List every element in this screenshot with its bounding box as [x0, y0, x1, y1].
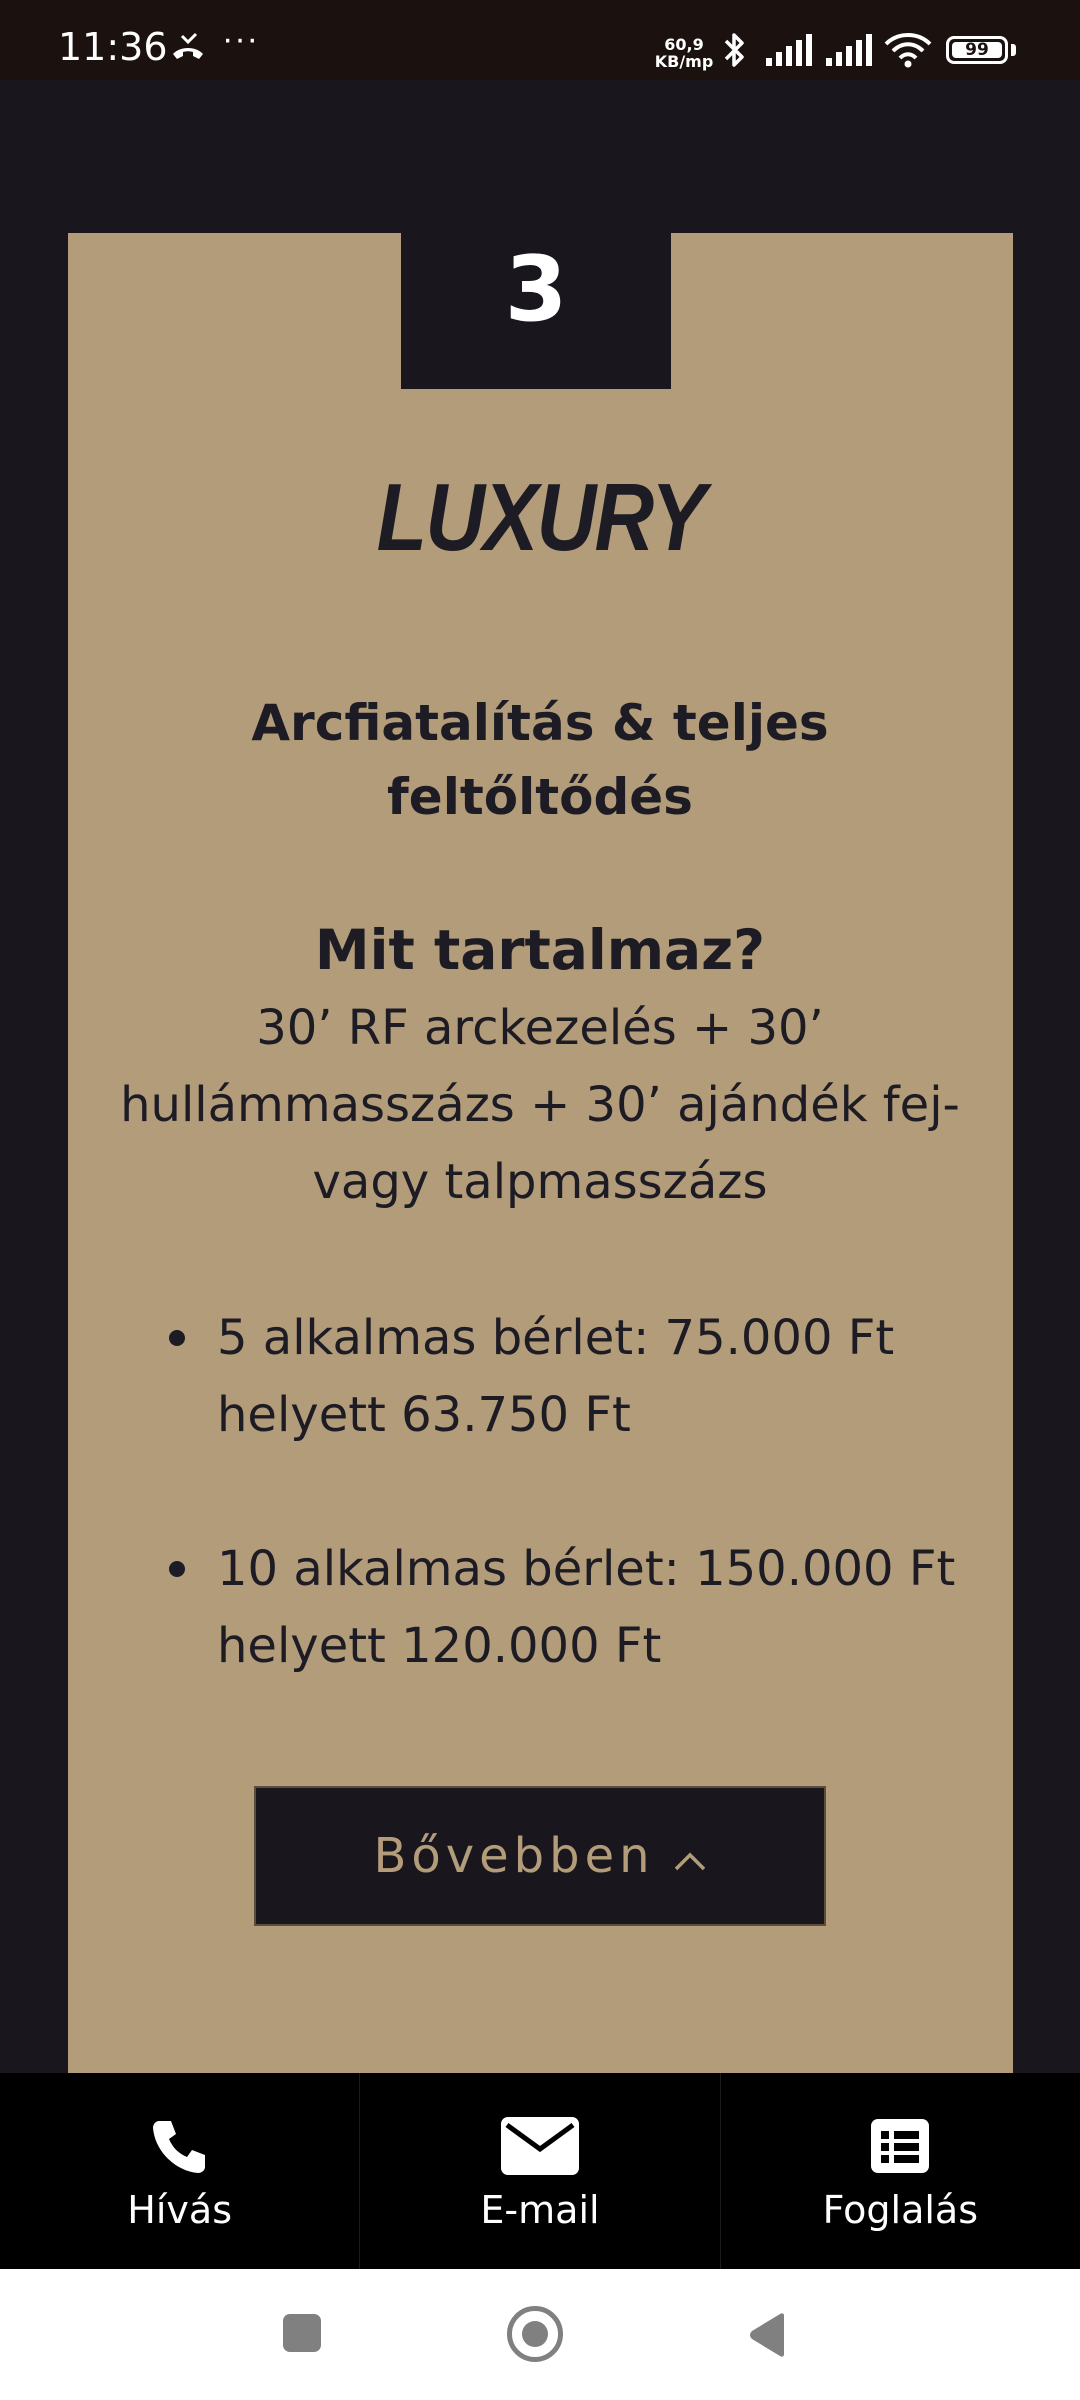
package-number: 3 [401, 233, 671, 389]
phone-icon [151, 2113, 209, 2179]
back-icon[interactable] [746, 2312, 788, 2363]
recent-apps-icon[interactable] [283, 2314, 321, 2352]
contents-description: 30’ RF arckezelés + 30’ hullámmasszázs +… [120, 1000, 960, 1210]
bullet-icon [169, 1330, 185, 1346]
more-button-label: Bővebben [373, 1828, 655, 1884]
booking-button[interactable]: Foglalás [721, 2073, 1080, 2269]
status-time: 11:36 [58, 25, 168, 69]
network-speed-unit: KB/mp [654, 52, 714, 71]
system-nav-bar [0, 2269, 1080, 2400]
package-subtitle: Arcfiatalítás & teljes feltőltődés [251, 694, 829, 826]
call-label: Hívás [127, 2188, 233, 2232]
bottom-action-bar: Hívás E-mail Foglalás [0, 2073, 1080, 2269]
price-item-text: 5 alkalmas bérlet: 75.000 Ft helyett 63.… [217, 1310, 895, 1443]
email-label: E-mail [480, 2188, 600, 2232]
package-title: LUXURY [376, 464, 706, 571]
contents-heading: Mit tartalmaz? [314, 918, 766, 982]
price-list: 5 alkalmas bérlet: 75.000 Ft helyett 63.… [155, 1300, 965, 1762]
missed-call-icon [170, 32, 206, 67]
call-button[interactable]: Hívás [0, 2073, 361, 2269]
booking-label: Foglalás [822, 2188, 978, 2232]
price-item: 5 alkalmas bérlet: 75.000 Ft helyett 63.… [155, 1300, 965, 1454]
bullet-icon [169, 1561, 185, 1577]
wifi-icon [884, 32, 932, 73]
price-item-text: 10 alkalmas bérlet: 150.000 Ft helyett 1… [217, 1541, 956, 1674]
bluetooth-icon [722, 30, 748, 75]
price-item: 10 alkalmas bérlet: 150.000 Ft helyett 1… [155, 1531, 965, 1685]
home-icon[interactable] [507, 2306, 563, 2362]
mail-icon [500, 2113, 579, 2179]
more-notifications-icon: ··· [222, 20, 259, 58]
chevron-up-icon [673, 1828, 707, 1884]
status-bar: 11:36 ··· 60,9 KB/mp 99 [0, 0, 1080, 80]
network-speed-value: 60,9 [664, 35, 704, 54]
battery-tip [1011, 44, 1016, 56]
email-button[interactable]: E-mail [360, 2073, 721, 2269]
battery-level: 99 [952, 42, 1002, 59]
battery-icon: 99 [946, 36, 1008, 64]
list-icon [871, 2113, 930, 2179]
signal-icon [824, 34, 874, 73]
more-button[interactable]: Bővebben [254, 1786, 826, 1926]
network-speed: 60,9 KB/mp [654, 36, 714, 70]
signal-icon [764, 34, 814, 73]
